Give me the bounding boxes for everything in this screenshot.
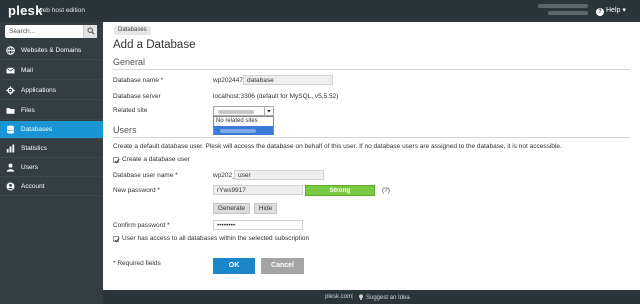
sidebar-item-label: Websites & Domains [21, 47, 82, 54]
ok-button[interactable]: OK [213, 258, 255, 274]
sidebar-item-databases[interactable]: Databases [0, 121, 103, 139]
database-name-value: database [247, 77, 274, 84]
sidebar-item-label: Users [21, 164, 38, 171]
help-icon: ? [596, 8, 604, 16]
access-all-label: User has access to all databases within … [122, 235, 310, 242]
section-users-heading: Users [113, 125, 137, 135]
sidebar-item-mail[interactable]: Mail [0, 62, 103, 80]
sidebar-item-label: Databases [21, 126, 53, 133]
top-bar: plesk web host edition ? Help ▾ [0, 0, 640, 22]
search-icon [87, 27, 95, 35]
cancel-button[interactable]: Cancel [261, 258, 304, 274]
subscription-name-redacted[interactable] [548, 11, 588, 15]
footer: plesk.com Suggest an Idea [103, 290, 640, 304]
sidebar-item-label: Files [21, 107, 35, 114]
suggest-idea-label: Suggest an Idea [366, 295, 410, 301]
divider [113, 137, 630, 138]
lightbulb-icon [359, 294, 363, 300]
chevron-down-icon [267, 110, 271, 113]
main-content: Databases Add a Database General Databas… [103, 22, 640, 290]
confirm-password-input[interactable]: •••••••• [213, 220, 303, 230]
plesk-site-link[interactable]: plesk.com [325, 294, 352, 300]
help-label: Help [606, 7, 621, 14]
dropdown-option-no-related[interactable]: No related sites [214, 117, 273, 126]
folder-icon [6, 108, 15, 114]
related-site-dropdown: No related sites [213, 116, 274, 135]
confirm-password-value: •••••••• [217, 222, 236, 229]
checkmark-icon [114, 237, 120, 243]
sidebar: Search... Websites & Domains Mail Applic… [0, 22, 103, 304]
user-name-input[interactable]: user [234, 170, 324, 180]
password-strength-indicator: Strong [305, 185, 375, 196]
related-site-select[interactable] [213, 106, 274, 116]
database-server-label: Database server [113, 93, 161, 100]
mail-icon [6, 67, 15, 74]
search-button[interactable] [83, 25, 97, 38]
user-name-value: user [238, 172, 251, 179]
create-user-checkbox[interactable] [113, 157, 120, 164]
suggest-idea-link[interactable]: Suggest an Idea [358, 294, 410, 301]
new-password-value: rYws9917 [217, 187, 246, 194]
selected-site-redacted [218, 110, 254, 114]
breadcrumb[interactable]: Databases [114, 26, 151, 35]
edition-label: web host edition [38, 7, 85, 14]
database-name-label: Database name * [113, 77, 164, 84]
account-icon [6, 182, 15, 191]
section-general-heading: General [113, 57, 146, 67]
new-password-input[interactable]: rYws9917 [213, 185, 303, 195]
sidebar-item-account[interactable]: Account [0, 178, 103, 196]
applications-icon [6, 86, 15, 95]
sidebar-item-label: Applications [21, 87, 57, 94]
footer-separator [352, 293, 353, 300]
globe-icon [6, 46, 15, 55]
sidebar-item-websites-domains[interactable]: Websites & Domains [0, 42, 103, 60]
required-fields-note: * Required fields [113, 260, 161, 267]
help-menu[interactable]: ? Help ▾ [596, 6, 626, 16]
database-name-prefix: wp202447_ [213, 77, 247, 84]
sidebar-item-label: Account [21, 183, 45, 190]
sidebar-item-files[interactable]: Files [0, 102, 103, 120]
sidebar-item-statistics[interactable]: Statistics [0, 140, 103, 158]
confirm-password-label: Confirm password * [113, 222, 170, 229]
chart-icon [6, 144, 15, 153]
user-name-prefix: wp202_ [213, 172, 236, 179]
database-server-value: localhost:3306 (default for MySQL, v5.5.… [213, 93, 339, 100]
new-password-label: New password * [113, 187, 160, 194]
create-user-label: Create a database user [122, 156, 190, 163]
dropdown-option-selected-site[interactable] [214, 126, 273, 135]
sidebar-item-applications[interactable]: Applications [0, 82, 103, 100]
sidebar-item-label: Mail [21, 67, 33, 74]
password-help-link[interactable]: (?) [382, 187, 390, 194]
divider [113, 69, 630, 70]
user-icon [6, 163, 15, 172]
sidebar-item-label: Statistics [21, 145, 48, 152]
hide-button[interactable]: Hide [254, 203, 277, 214]
account-name-redacted[interactable] [538, 4, 588, 8]
sidebar-item-users[interactable]: Users [0, 159, 103, 177]
access-all-checkbox[interactable] [113, 236, 120, 243]
search-input[interactable]: Search... [9, 28, 35, 35]
search-box[interactable]: Search... [5, 25, 97, 38]
user-name-label: Database user name * [113, 172, 178, 179]
site-option-redacted [220, 129, 256, 133]
page-title: Add a Database [113, 39, 196, 51]
checkmark-icon [114, 158, 120, 164]
generate-button[interactable]: Generate [213, 203, 250, 214]
database-icon [6, 125, 15, 134]
dropdown-toggle[interactable] [264, 107, 273, 115]
database-name-input[interactable]: database [243, 75, 333, 85]
related-site-label: Related site [113, 107, 148, 114]
users-description: Create a default database user. Plesk wi… [113, 143, 562, 150]
